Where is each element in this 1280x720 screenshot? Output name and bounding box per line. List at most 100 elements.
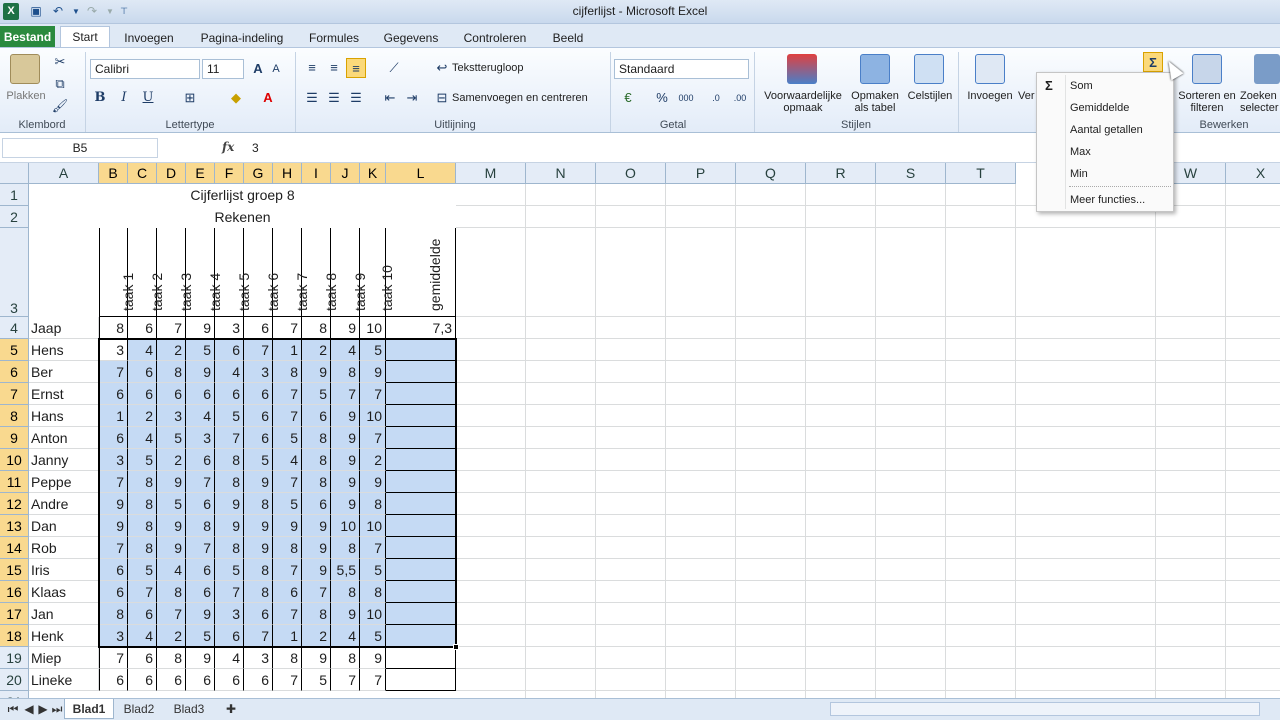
empty-cell[interactable] [946,228,1016,317]
empty-cell[interactable] [1156,317,1226,339]
empty-cell[interactable] [946,206,1016,228]
empty-cell[interactable] [456,449,526,471]
empty-cell[interactable] [596,339,666,361]
average-cell[interactable] [386,383,456,405]
empty-cell[interactable] [806,603,876,625]
empty-cell[interactable] [1226,339,1280,361]
score-cell[interactable]: 8 [215,471,244,493]
empty-cell[interactable] [666,361,736,383]
empty-cell[interactable] [876,603,946,625]
empty-cell[interactable] [596,383,666,405]
empty-cell[interactable] [806,317,876,339]
score-cell[interactable]: 4 [215,361,244,383]
score-cell[interactable]: 5 [360,625,386,647]
empty-cell[interactable] [456,427,526,449]
empty-cell[interactable] [456,559,526,581]
empty-cell[interactable] [1016,669,1156,691]
empty-cell[interactable] [1226,625,1280,647]
empty-cell[interactable] [876,228,946,317]
row-header[interactable]: 5 [0,339,29,361]
score-cell[interactable]: 9 [273,515,302,537]
score-cell[interactable]: 10 [331,515,360,537]
empty-cell[interactable] [1016,493,1156,515]
score-cell[interactable]: 7 [331,669,360,691]
column-header[interactable]: P [666,163,736,184]
empty-cell[interactable] [526,228,596,317]
column-header[interactable]: C [128,163,157,184]
empty-cell[interactable] [736,669,806,691]
empty-cell[interactable] [666,581,736,603]
empty-cell[interactable] [876,339,946,361]
score-cell[interactable]: 6 [302,405,331,427]
empty-cell[interactable] [946,339,1016,361]
average-cell[interactable] [386,537,456,559]
empty-cell[interactable] [596,581,666,603]
score-cell[interactable]: 8 [215,537,244,559]
empty-cell[interactable] [736,471,806,493]
score-cell[interactable]: 6 [128,603,157,625]
student-name-cell[interactable]: Anton [29,427,99,449]
score-cell[interactable]: 6 [99,559,128,581]
empty-cell[interactable] [946,625,1016,647]
score-cell[interactable]: 5 [273,427,302,449]
score-cell[interactable]: 9 [99,493,128,515]
autosum-icon[interactable]: Σ [1143,52,1163,72]
score-cell[interactable]: 2 [157,449,186,471]
conditional-formatting-icon[interactable] [787,54,817,84]
empty-cell[interactable] [456,603,526,625]
empty-cell[interactable] [946,317,1016,339]
name-box[interactable]: B5 [2,138,158,158]
score-cell[interactable]: 8 [360,493,386,515]
score-cell[interactable]: 9 [302,647,331,669]
empty-cell[interactable] [876,669,946,691]
score-cell[interactable]: 8 [244,493,273,515]
score-cell[interactable]: 5 [186,339,215,361]
score-cell[interactable]: 9 [215,515,244,537]
empty-cell[interactable] [806,625,876,647]
score-cell[interactable]: 5 [244,449,273,471]
percent-icon[interactable]: % [652,88,672,108]
empty-cell[interactable] [876,427,946,449]
score-cell[interactable]: 4 [273,449,302,471]
score-cell[interactable]: 9 [186,361,215,383]
empty-cell[interactable] [666,471,736,493]
empty-cell[interactable] [1156,339,1226,361]
average-cell[interactable] [386,361,456,383]
score-cell[interactable]: 5 [360,559,386,581]
student-name-cell[interactable]: Peppe [29,471,99,493]
column-header[interactable]: K [360,163,386,184]
score-cell[interactable]: 6 [128,669,157,691]
empty-cell[interactable] [526,537,596,559]
student-name-cell[interactable]: Jaap [29,317,99,339]
empty-cell[interactable] [456,471,526,493]
score-cell[interactable]: 8 [244,581,273,603]
empty-cell[interactable] [526,669,596,691]
empty-cell[interactable] [736,317,806,339]
empty-cell[interactable] [736,449,806,471]
empty-cell[interactable] [596,691,666,698]
empty-cell[interactable] [456,184,526,206]
empty-cell[interactable] [876,206,946,228]
empty-cell[interactable] [596,206,666,228]
empty-cell[interactable] [736,493,806,515]
empty-cell[interactable] [1016,559,1156,581]
empty-cell[interactable] [596,647,666,669]
empty-cell[interactable] [946,471,1016,493]
score-cell[interactable]: 6 [128,383,157,405]
font-name-select[interactable]: Calibri [90,59,200,79]
empty-cell[interactable] [736,647,806,669]
score-cell[interactable]: 6 [186,581,215,603]
column-header[interactable]: A [29,163,99,184]
comma-style-icon[interactable]: 000 [676,88,696,108]
sheet-tab-blad2[interactable]: Blad2 [116,699,162,719]
score-cell[interactable]: 8 [128,493,157,515]
empty-cell[interactable] [736,339,806,361]
merge-center-icon[interactable]: ⊟ [432,88,452,108]
empty-cell[interactable] [456,317,526,339]
empty-cell[interactable] [456,405,526,427]
empty-cell[interactable] [666,515,736,537]
score-cell[interactable]: 5 [128,559,157,581]
score-cell[interactable]: 4 [128,339,157,361]
empty-cell[interactable] [1156,405,1226,427]
insert-cells-icon[interactable] [975,54,1005,84]
